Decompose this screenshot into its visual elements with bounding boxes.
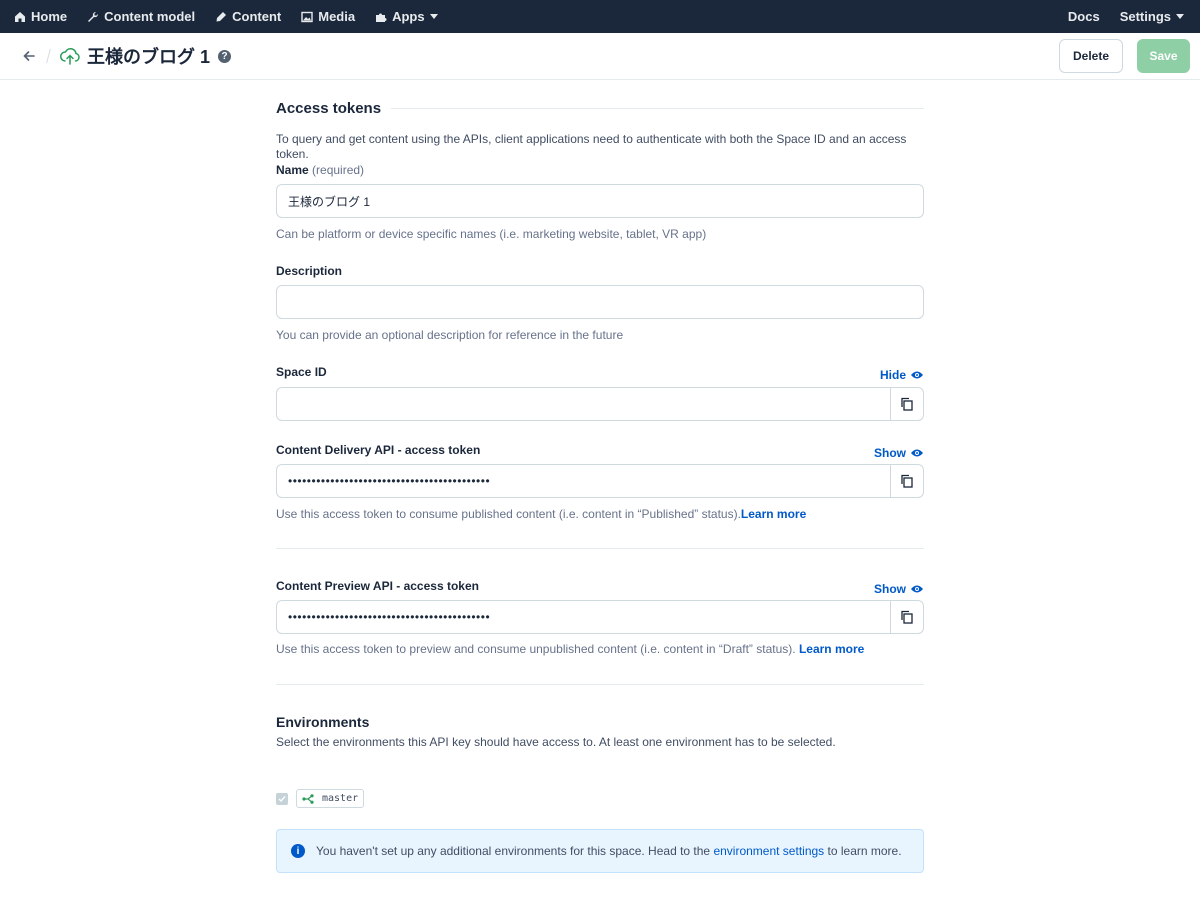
divider xyxy=(276,548,924,549)
cda-copy-button[interactable] xyxy=(890,465,923,497)
nav-right-group: Docs Settings xyxy=(1058,0,1200,33)
home-icon xyxy=(15,11,25,22)
cpa-label: Content Preview API - access token xyxy=(276,579,479,593)
nav-settings-label: Settings xyxy=(1119,9,1171,24)
page-header: 王様のブログ 1 ? Delete Save xyxy=(0,33,1200,80)
nav-home[interactable]: Home xyxy=(4,0,77,33)
cda-label: Content Delivery API - access token xyxy=(276,443,481,457)
cpa-show-toggle[interactable]: Show xyxy=(874,582,924,596)
image-icon xyxy=(301,11,313,22)
environment-checkbox[interactable] xyxy=(276,792,288,805)
help-icon[interactable]: ? xyxy=(218,49,232,63)
space-id-hide-toggle[interactable]: Hide xyxy=(880,368,924,382)
cda-help-text: Use this access token to consume publish… xyxy=(276,507,741,521)
nav-docs-label: Docs xyxy=(1067,9,1100,24)
info-note-text: You haven't set up any additional enviro… xyxy=(316,844,902,858)
environment-settings-link[interactable]: environment settings xyxy=(713,844,824,858)
space-id-copy-button[interactable] xyxy=(890,388,923,420)
pen-icon xyxy=(216,11,227,21)
eye-icon xyxy=(911,371,923,379)
cpa-token-input[interactable]: ••••••••••••••••••••••••••••••••••••••••… xyxy=(277,601,890,633)
environment-badge: master xyxy=(296,789,365,808)
cloud-upload-icon xyxy=(59,45,81,67)
nav-settings[interactable]: Settings xyxy=(1110,0,1194,33)
nav-content[interactable]: Content xyxy=(205,0,291,33)
nav-content-model-label: Content model xyxy=(104,9,196,24)
intro-text: To query and get content using the APIs,… xyxy=(276,132,907,161)
nav-media-label: Media xyxy=(318,9,356,24)
description-help: You can provide an optional description … xyxy=(276,328,624,342)
cda-toggle-label: Show xyxy=(874,446,906,460)
info-note-prefix: You haven't set up any additional enviro… xyxy=(316,844,714,858)
arrow-left-icon xyxy=(23,51,35,61)
environment-name: master xyxy=(322,793,359,804)
nav-left-group: Home Content model Content Media Apps xyxy=(0,0,448,33)
nav-content-model[interactable]: Content model xyxy=(77,0,205,33)
puzzle-icon xyxy=(376,13,387,22)
section-divider xyxy=(391,108,924,109)
top-navigation: Home Content model Content Media Apps Do… xyxy=(0,0,1200,33)
space-id-field xyxy=(276,387,924,421)
space-id-toggle-label: Hide xyxy=(879,368,906,382)
section-title: Access tokens xyxy=(276,100,382,117)
breadcrumb-divider xyxy=(46,49,51,63)
nav-media[interactable]: Media xyxy=(291,0,365,33)
cpa-help-text: Use this access token to preview and con… xyxy=(276,642,799,656)
page-title: 王様のブログ 1 xyxy=(87,47,211,67)
environments-title: Environments xyxy=(276,714,370,730)
nav-home-label: Home xyxy=(31,9,68,24)
cda-show-toggle[interactable]: Show xyxy=(874,446,924,460)
name-help: Can be platform or device specific names… xyxy=(276,227,707,241)
copy-icon xyxy=(901,474,913,488)
copy-icon xyxy=(901,610,913,624)
eye-icon xyxy=(911,585,923,593)
space-id-label: Space ID xyxy=(276,365,327,379)
wrench-icon xyxy=(88,11,99,22)
description-input[interactable] xyxy=(276,285,924,319)
nav-docs[interactable]: Docs xyxy=(1058,0,1110,33)
save-button[interactable]: Save xyxy=(1137,39,1190,73)
cda-token-input[interactable]: ••••••••••••••••••••••••••••••••••••••••… xyxy=(277,465,890,497)
delete-button[interactable]: Delete xyxy=(1059,39,1123,73)
required-marker: (required) xyxy=(312,163,365,177)
nav-apps-label: Apps xyxy=(392,9,425,24)
space-id-input[interactable] xyxy=(277,388,890,420)
chevron-down-icon xyxy=(429,14,438,19)
cpa-toggle-label: Show xyxy=(874,582,906,596)
environments-help: Select the environments this API key sho… xyxy=(276,735,836,749)
cpa-copy-button[interactable] xyxy=(890,601,923,633)
cda-learn-more-link[interactable]: Learn more xyxy=(741,507,806,521)
back-button[interactable] xyxy=(14,41,44,71)
cpa-token-field: ••••••••••••••••••••••••••••••••••••••••… xyxy=(276,600,924,634)
description-label: Description xyxy=(276,264,343,278)
cpa-learn-more-link[interactable]: Learn more xyxy=(799,642,864,656)
header-actions: Delete Save xyxy=(1059,39,1200,73)
environment-item-master: master xyxy=(276,789,365,808)
cpa-help: Use this access token to preview and con… xyxy=(276,642,864,656)
nav-apps[interactable]: Apps xyxy=(365,0,448,33)
branch-icon xyxy=(302,793,314,804)
cda-help: Use this access token to consume publish… xyxy=(276,507,806,521)
cda-token-field: ••••••••••••••••••••••••••••••••••••••••… xyxy=(276,464,924,498)
info-note-suffix: to learn more. xyxy=(824,844,902,858)
copy-icon xyxy=(901,397,913,411)
chevron-down-icon xyxy=(1176,14,1184,19)
divider xyxy=(276,684,924,685)
name-input[interactable]: 王様のブログ 1 xyxy=(276,184,924,218)
name-label: Name (required) xyxy=(276,163,364,177)
environments-info-note: i You haven't set up any additional envi… xyxy=(276,829,924,873)
eye-icon xyxy=(911,449,923,457)
nav-content-label: Content xyxy=(232,9,282,24)
name-label-text: Name xyxy=(276,163,309,177)
section-header: Access tokens xyxy=(276,100,924,117)
check-icon xyxy=(278,795,286,802)
info-icon: i xyxy=(291,844,305,858)
